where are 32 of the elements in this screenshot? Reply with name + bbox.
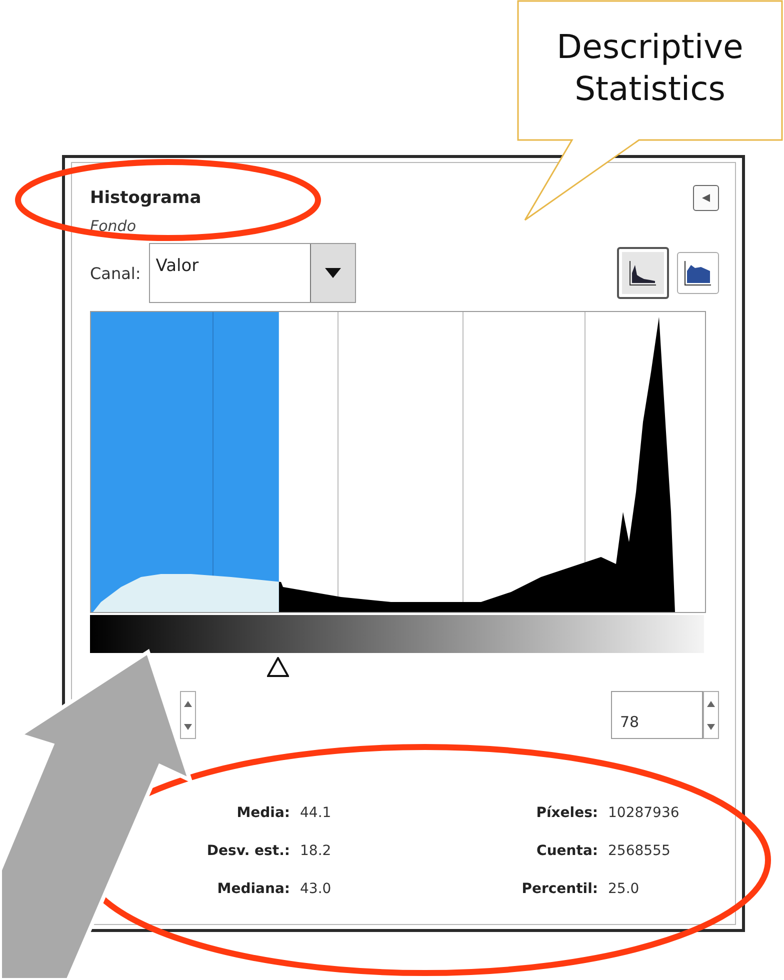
- left-triangle-icon: [701, 193, 711, 203]
- range-end-field[interactable]: 78: [611, 691, 703, 739]
- layer-name: Fondo: [90, 217, 136, 235]
- stat-label: Desv. est.:: [206, 843, 290, 859]
- stat-label: Cuenta:: [536, 843, 598, 859]
- up-arrow-icon: [707, 700, 715, 706]
- panel-title: Histograma: [90, 188, 202, 208]
- stat-value: 43.0: [300, 881, 332, 897]
- stat-value: 25.0: [608, 881, 640, 897]
- log-histogram-icon: [683, 259, 713, 287]
- range-end-spinner[interactable]: [703, 691, 719, 739]
- channel-dropdown[interactable]: Valor: [148, 243, 356, 303]
- range-start-spinner[interactable]: [180, 691, 196, 739]
- callout-text: Descriptive Statistics: [556, 26, 744, 110]
- stat-label: Mediana:: [216, 881, 290, 897]
- stat-label: Media:: [236, 805, 290, 821]
- down-arrow-icon: [184, 724, 192, 730]
- dropdown-arrow-icon: [324, 268, 341, 278]
- panel-menu-button[interactable]: [693, 185, 719, 211]
- down-arrow-icon: [707, 724, 715, 730]
- view-mode-button[interactable]: [617, 247, 669, 299]
- stat-label: Píxeles:: [535, 805, 598, 821]
- up-arrow-icon: [184, 700, 192, 706]
- stat-label: Percentil:: [520, 881, 598, 897]
- channel-label: Canal:: [90, 264, 141, 282]
- range-slider-handle[interactable]: [266, 657, 289, 677]
- stat-value: 44.1: [300, 805, 332, 821]
- stat-value: 2568555: [608, 843, 672, 859]
- stat-value: 10287936: [608, 805, 680, 821]
- stat-value: 18.2: [300, 843, 332, 859]
- linear-histogram-icon: [628, 259, 658, 287]
- view-mode-button[interactable]: [677, 252, 719, 294]
